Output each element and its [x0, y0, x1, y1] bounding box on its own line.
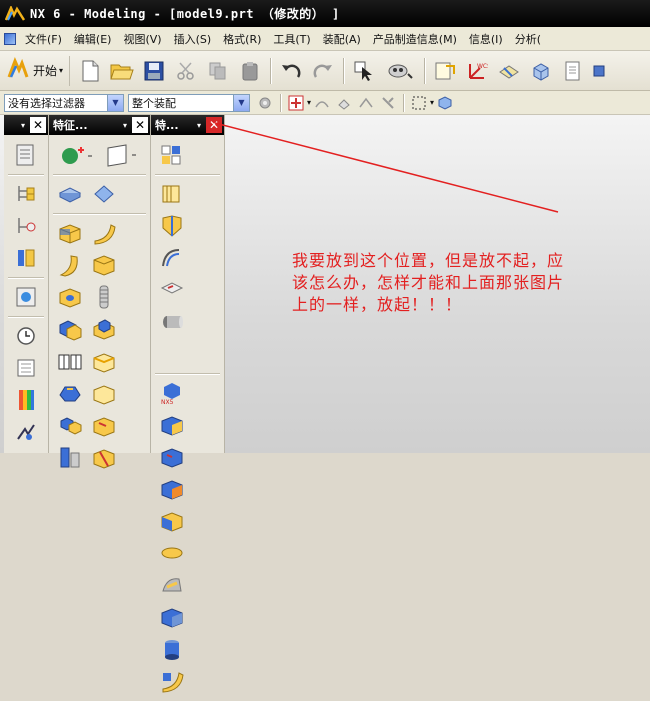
folder-open-icon	[110, 64, 134, 79]
save-icon	[144, 61, 164, 80]
box-dark-icon[interactable]	[155, 474, 189, 504]
window-title: NX 6 - Modeling - [model9.prt （修改的） ]	[30, 7, 340, 21]
chevron-down-icon[interactable]: ▾	[307, 98, 311, 107]
menu-info[interactable]: 信息(I)	[463, 28, 509, 50]
patch-icon[interactable]	[155, 570, 189, 600]
annotation-line-3: 上的一样，放起！！！	[292, 295, 463, 314]
new-file-button[interactable]	[76, 57, 104, 85]
chevron-down-icon: ▼	[107, 94, 123, 111]
command-finder-icon	[388, 64, 413, 79]
menu-tools[interactable]: 工具(T)	[267, 28, 316, 50]
part-navigator-button[interactable]	[431, 57, 459, 85]
paste-button[interactable]	[236, 57, 264, 85]
wcs-icon: WCS	[469, 63, 488, 79]
start-icon	[6, 57, 30, 84]
toolbar-separator	[424, 57, 426, 84]
cut-button[interactable]	[172, 57, 200, 85]
title-bar: NX 6 - Modeling - [model9.prt （修改的） ]	[0, 0, 650, 27]
start-button[interactable]: 开始 ▾	[4, 55, 71, 86]
toolbar-separator	[270, 57, 272, 84]
annotation-line-2: 该怎么办，怎样才能和上面那张图片	[292, 273, 565, 292]
layer-icon	[499, 64, 519, 79]
cursor-select-icon	[354, 61, 373, 81]
show-hide-cube-icon[interactable]	[436, 94, 454, 112]
overflow-icon	[593, 65, 605, 76]
scissors-icon	[177, 61, 194, 80]
undo-icon	[282, 64, 301, 78]
menu-edit[interactable]: 编辑(E)	[68, 28, 118, 50]
toolbar-separator	[280, 93, 281, 112]
menu-grip-icon	[4, 32, 16, 45]
snap-intersection-icon[interactable]	[379, 94, 397, 112]
menu-file[interactable]: 文件(F)	[19, 28, 68, 50]
menu-assembly[interactable]: 装配(A)	[317, 28, 367, 50]
information-button[interactable]	[559, 57, 587, 85]
annotation-text: 我要放到这个位置，但是放不起，应 该怎么办，怎样才能和上面那张图片 上的一样，放…	[292, 250, 642, 316]
toolbar-separator	[403, 93, 405, 112]
menu-view[interactable]: 视图(V)	[117, 28, 167, 50]
box-blue-icon[interactable]	[155, 602, 189, 632]
redo-icon	[313, 64, 333, 78]
selection-scope-select[interactable]: 整个装配 ▼	[128, 93, 250, 112]
snap-point-icon[interactable]	[287, 94, 305, 112]
new-file-icon	[82, 60, 99, 81]
snap-midpoint-icon[interactable]	[335, 94, 353, 112]
selection-scope-value: 整个装配	[132, 96, 176, 110]
select-tool-button[interactable]	[350, 57, 378, 85]
render-cube-icon	[533, 62, 549, 81]
menu-format[interactable]: 格式(R)	[217, 28, 267, 50]
type-filter-select[interactable]: 没有选择过滤器 ▼	[4, 93, 124, 112]
chevron-down-icon: ▼	[233, 94, 249, 111]
cylinder-stack-icon[interactable]	[155, 634, 189, 664]
command-finder-button[interactable]	[382, 57, 418, 85]
standard-toolbar: 开始 ▾ WCS	[0, 51, 650, 91]
document-info-icon	[565, 61, 580, 80]
copy-button[interactable]	[204, 57, 232, 85]
sweep-yellow-icon[interactable]	[155, 666, 189, 696]
box-select-icon[interactable]	[410, 94, 428, 112]
redo-button[interactable]	[309, 57, 337, 85]
wcs-button[interactable]: WCS	[463, 57, 491, 85]
selection-toolbar: 没有选择过滤器 ▼ 整个装配 ▼ ▾ ▾	[0, 91, 650, 115]
selection-settings-icon[interactable]	[256, 94, 274, 112]
annotation-line-1: 我要放到这个位置，但是放不起，应	[292, 251, 565, 270]
chevron-down-icon: ▾	[59, 66, 64, 75]
start-label: 开始	[33, 64, 58, 78]
layer-settings-button[interactable]	[495, 57, 523, 85]
undo-button[interactable]	[277, 57, 305, 85]
chevron-down-icon[interactable]: ▾	[430, 98, 434, 107]
type-filter-value: 没有选择过滤器	[8, 96, 85, 110]
menu-insert[interactable]: 插入(S)	[168, 28, 218, 50]
cube-yellow-icon[interactable]	[155, 506, 189, 536]
paste-icon	[242, 61, 258, 80]
nx-logo-icon	[4, 4, 26, 24]
render-button[interactable]	[527, 57, 555, 85]
toolbar-separator	[343, 57, 345, 84]
more-toolbar-button[interactable]	[591, 57, 607, 85]
save-button[interactable]	[140, 57, 168, 85]
snap-endpoint-icon[interactable]	[313, 94, 331, 112]
pad-icon[interactable]	[155, 538, 189, 568]
snap-control-icon[interactable]	[357, 94, 375, 112]
menu-bar: 文件(F) 编辑(E) 视图(V) 插入(S) 格式(R) 工具(T) 装配(A…	[0, 27, 650, 51]
copy-icon	[209, 62, 226, 79]
menu-pmi[interactable]: 产品制造信息(M)	[367, 28, 463, 50]
open-button[interactable]	[108, 57, 136, 85]
menu-analysis[interactable]: 分析(	[509, 28, 547, 50]
part-navigator-icon	[435, 62, 456, 79]
svg-text:WCS: WCS	[477, 63, 488, 70]
